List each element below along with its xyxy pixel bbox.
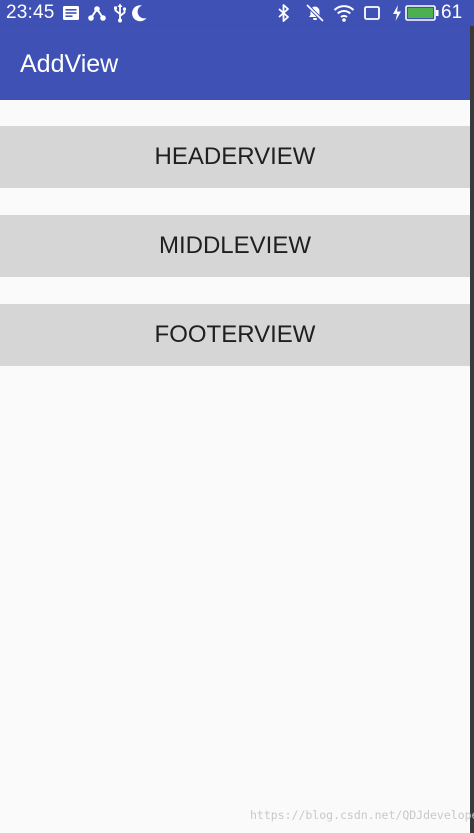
wifi-icon (333, 5, 355, 22)
battery-icon (405, 5, 439, 21)
usb-icon (114, 3, 127, 23)
middleview-button[interactable]: MIDDLEVIEW (0, 215, 470, 277)
watermark: https://blog.csdn.net/QDJdeveloper (250, 808, 474, 822)
battery-level: 61 (441, 2, 463, 23)
charging-icon (393, 5, 401, 21)
screen-icon (364, 6, 380, 20)
headerview-button[interactable]: HEADERVIEW (0, 126, 470, 188)
moon-icon (132, 5, 147, 22)
window-edge (470, 26, 474, 833)
content-area (0, 100, 470, 833)
footerview-button[interactable]: FOOTERVIEW (0, 304, 470, 366)
notification-icon (63, 6, 79, 20)
bluetooth-icon (278, 4, 289, 22)
status-time: 23:45 (6, 2, 55, 23)
status-bar: 23:45 61 (0, 0, 474, 26)
share-icon (88, 6, 106, 21)
toolbar-title: AddView (20, 50, 119, 78)
app-toolbar: AddView (0, 26, 470, 100)
mute-icon (305, 3, 325, 23)
